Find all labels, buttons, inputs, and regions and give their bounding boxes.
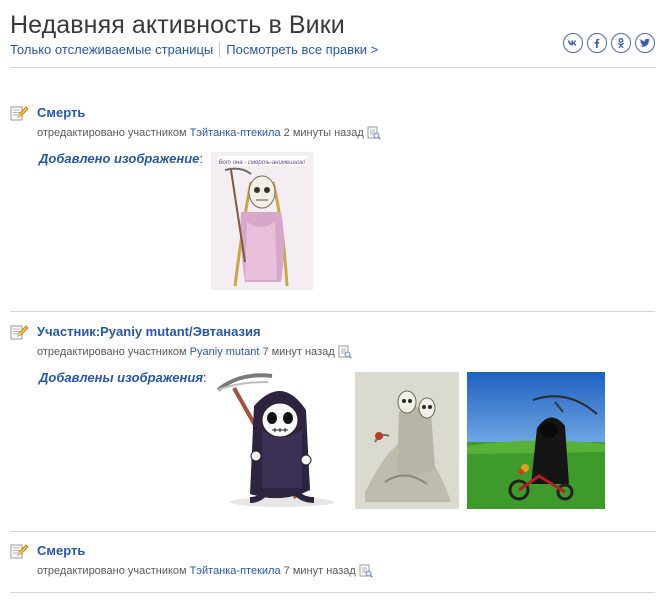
diff-icon[interactable] — [367, 126, 381, 140]
entry-divider — [10, 531, 655, 532]
edit-time: 2 минуты назад — [283, 127, 364, 139]
edit-pencil-icon — [10, 106, 28, 121]
twitter-icon — [640, 38, 650, 47]
link-separator — [219, 42, 221, 57]
thumb-caption: Вот она - смерть-анимешник! — [219, 160, 306, 166]
edit-pencil-icon — [10, 544, 28, 559]
user-link[interactable]: Pyaniy mutant — [190, 346, 260, 358]
entry-title-link[interactable]: Смерть — [37, 105, 85, 120]
edit-pencil-icon — [10, 325, 28, 340]
entry-title-link[interactable]: Участник:Pyaniy mutant/Эвтаназия — [37, 324, 261, 339]
twitter-share-button[interactable] — [635, 33, 655, 53]
reaper-tricycle-picture — [467, 372, 605, 509]
odnoklassniki-icon — [617, 38, 625, 49]
activity-entry: Смерть отредактировано участником Тэйтан… — [10, 542, 655, 586]
edit-time: 7 минут назад — [262, 346, 335, 358]
diff-icon[interactable] — [359, 564, 373, 578]
user-link[interactable]: Тэйтанка-птекила — [190, 127, 281, 139]
meta-prefix: отредактировано участником — [37, 565, 187, 577]
added-images-label: Добавлено изображение: — [39, 151, 204, 166]
entry-meta: отредактировано участником Тэйтанка-птек… — [37, 564, 373, 578]
entry-title-link[interactable]: Смерть — [37, 543, 85, 558]
image-thumbnail[interactable] — [355, 372, 459, 509]
cartoon-reaper-picture — [210, 370, 350, 510]
social-share — [563, 33, 655, 53]
facebook-icon — [594, 38, 600, 48]
meta-prefix: отредактировано участником — [37, 346, 187, 358]
meta-prefix: отредактировано участником — [37, 127, 187, 139]
page-title: Недавняя активность в Вики — [10, 11, 345, 39]
anime-reaper-picture: Вот она - смерть-анимешник! — [211, 152, 313, 290]
odnoklassniki-share-button[interactable] — [611, 33, 631, 53]
diff-icon[interactable] — [338, 345, 352, 359]
image-thumbnail[interactable] — [210, 370, 350, 510]
added-images-label: Добавлены изображения: — [39, 370, 207, 385]
header-divider — [10, 67, 655, 68]
entry-meta: отредактировано участником Тэйтанка-птек… — [37, 126, 381, 140]
activity-entry: Участник:Pyaniy mutant/Эвтаназия отредак… — [10, 323, 655, 513]
user-link[interactable]: Тэйтанка-птекила — [190, 565, 281, 577]
entry-divider — [10, 592, 655, 593]
image-thumbnail[interactable] — [467, 372, 605, 509]
facebook-share-button[interactable] — [587, 33, 607, 53]
filter-links: Только отслеживаемые страницы Посмотреть … — [10, 42, 378, 58]
skeleton-couple-picture — [355, 372, 459, 509]
activity-entry: Смерть отредактировано участником Тэйтан… — [10, 104, 655, 294]
edit-time: 7 минут назад — [283, 565, 356, 577]
page-header: Недавняя активность в Вики Только отслеж… — [10, 8, 655, 57]
watched-pages-link[interactable]: Только отслеживаемые страницы — [10, 42, 213, 57]
image-thumbnail[interactable]: Вот она - смерть-анимешник! — [211, 152, 313, 290]
entry-meta: отредактировано участником Pyaniy mutant… — [37, 345, 352, 359]
vk-icon — [568, 40, 577, 46]
all-edits-link[interactable]: Посмотреть все правки > — [226, 42, 378, 57]
entry-divider — [10, 311, 655, 312]
vk-share-button[interactable] — [563, 33, 583, 53]
